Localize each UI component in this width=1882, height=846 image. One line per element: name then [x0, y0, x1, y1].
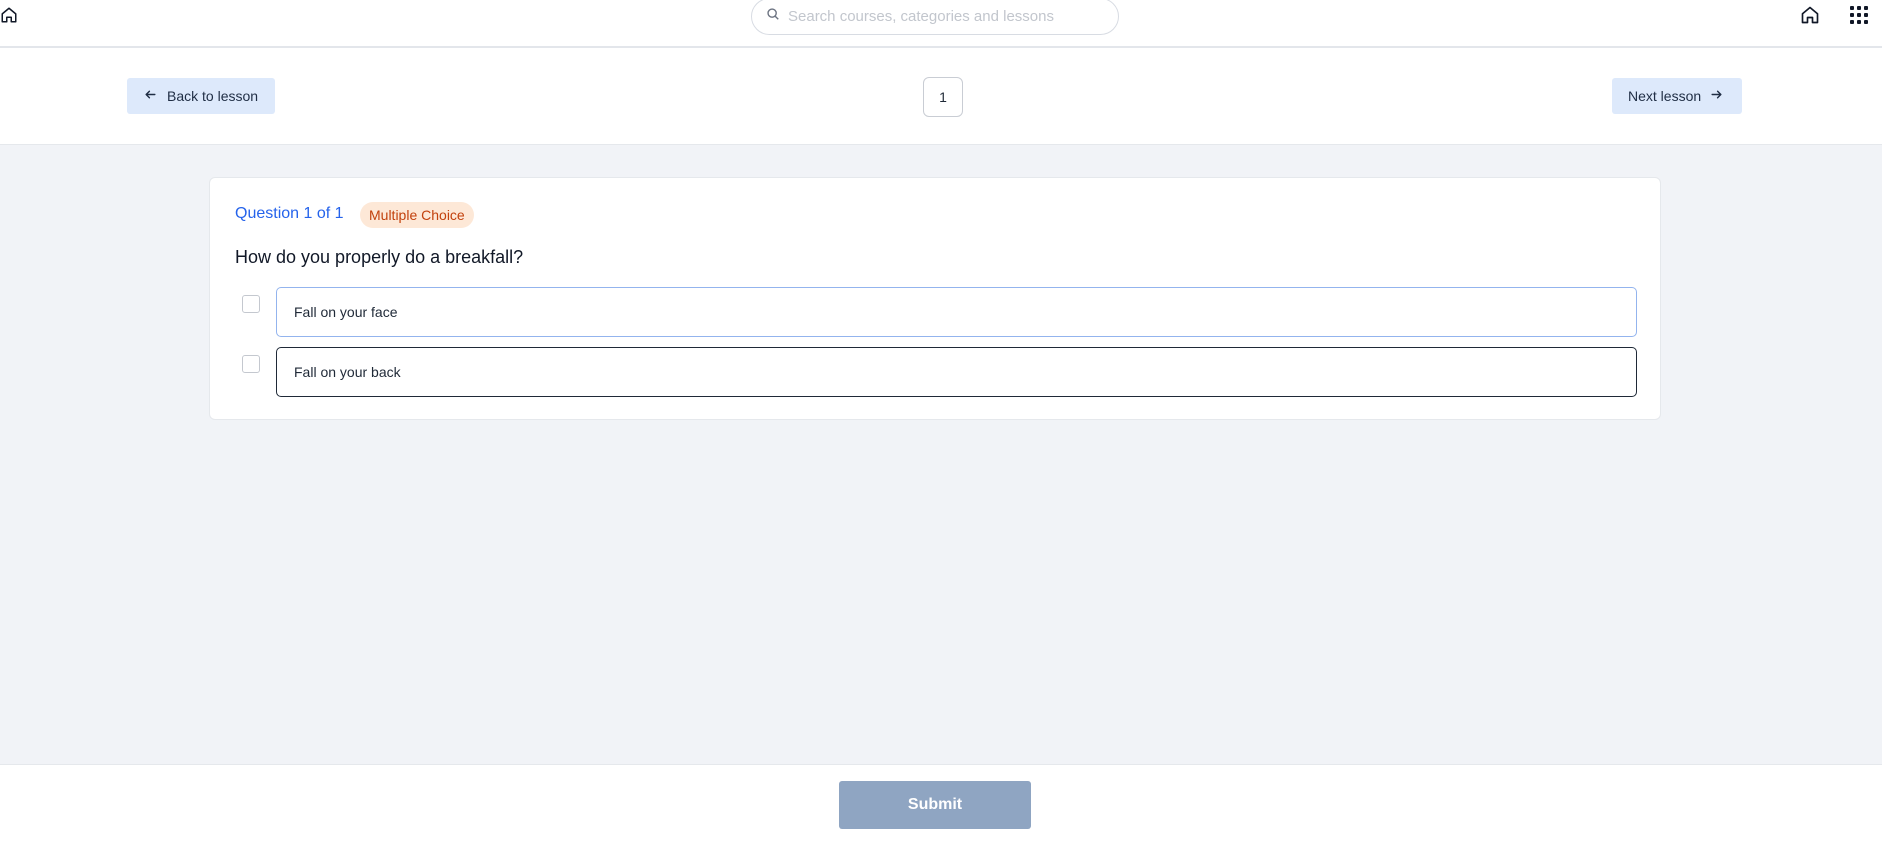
answer-checkbox[interactable] — [242, 355, 260, 373]
top-bar — [0, 0, 1882, 48]
search-bar[interactable] — [751, 0, 1119, 35]
arrow-left-icon — [144, 88, 157, 104]
answer-option-label: Fall on your back — [294, 364, 401, 380]
arrow-right-icon — [1710, 88, 1723, 104]
next-lesson-label: Next lesson — [1628, 88, 1702, 104]
answer-option-row: Fall on your back — [242, 347, 1637, 397]
apps-grid-icon[interactable] — [1848, 4, 1870, 26]
home-icon[interactable] — [0, 5, 18, 25]
search-icon — [766, 7, 780, 26]
answer-option[interactable]: Fall on your face — [276, 287, 1637, 337]
search-input[interactable] — [788, 8, 1088, 25]
question-text: How do you properly do a breakfall? — [235, 247, 524, 267]
back-to-lesson-button[interactable]: Back to lesson — [127, 78, 275, 114]
question-type-badge: Multiple Choice — [360, 202, 474, 228]
question-card: Question 1 of 1 Multiple Choice How do y… — [209, 177, 1661, 420]
question-counter: Question 1 of 1 — [235, 205, 344, 222]
answer-option-row: Fall on your face — [242, 287, 1637, 337]
back-to-lesson-label: Back to lesson — [167, 88, 259, 104]
page-number[interactable]: 1 — [923, 77, 963, 117]
home-icon[interactable] — [1799, 4, 1821, 26]
answer-option-label: Fall on your face — [294, 304, 398, 320]
next-lesson-button[interactable]: Next lesson — [1612, 78, 1742, 114]
submit-button[interactable]: Submit — [839, 781, 1031, 829]
answer-option[interactable]: Fall on your back — [276, 347, 1637, 397]
answer-checkbox[interactable] — [242, 295, 260, 313]
